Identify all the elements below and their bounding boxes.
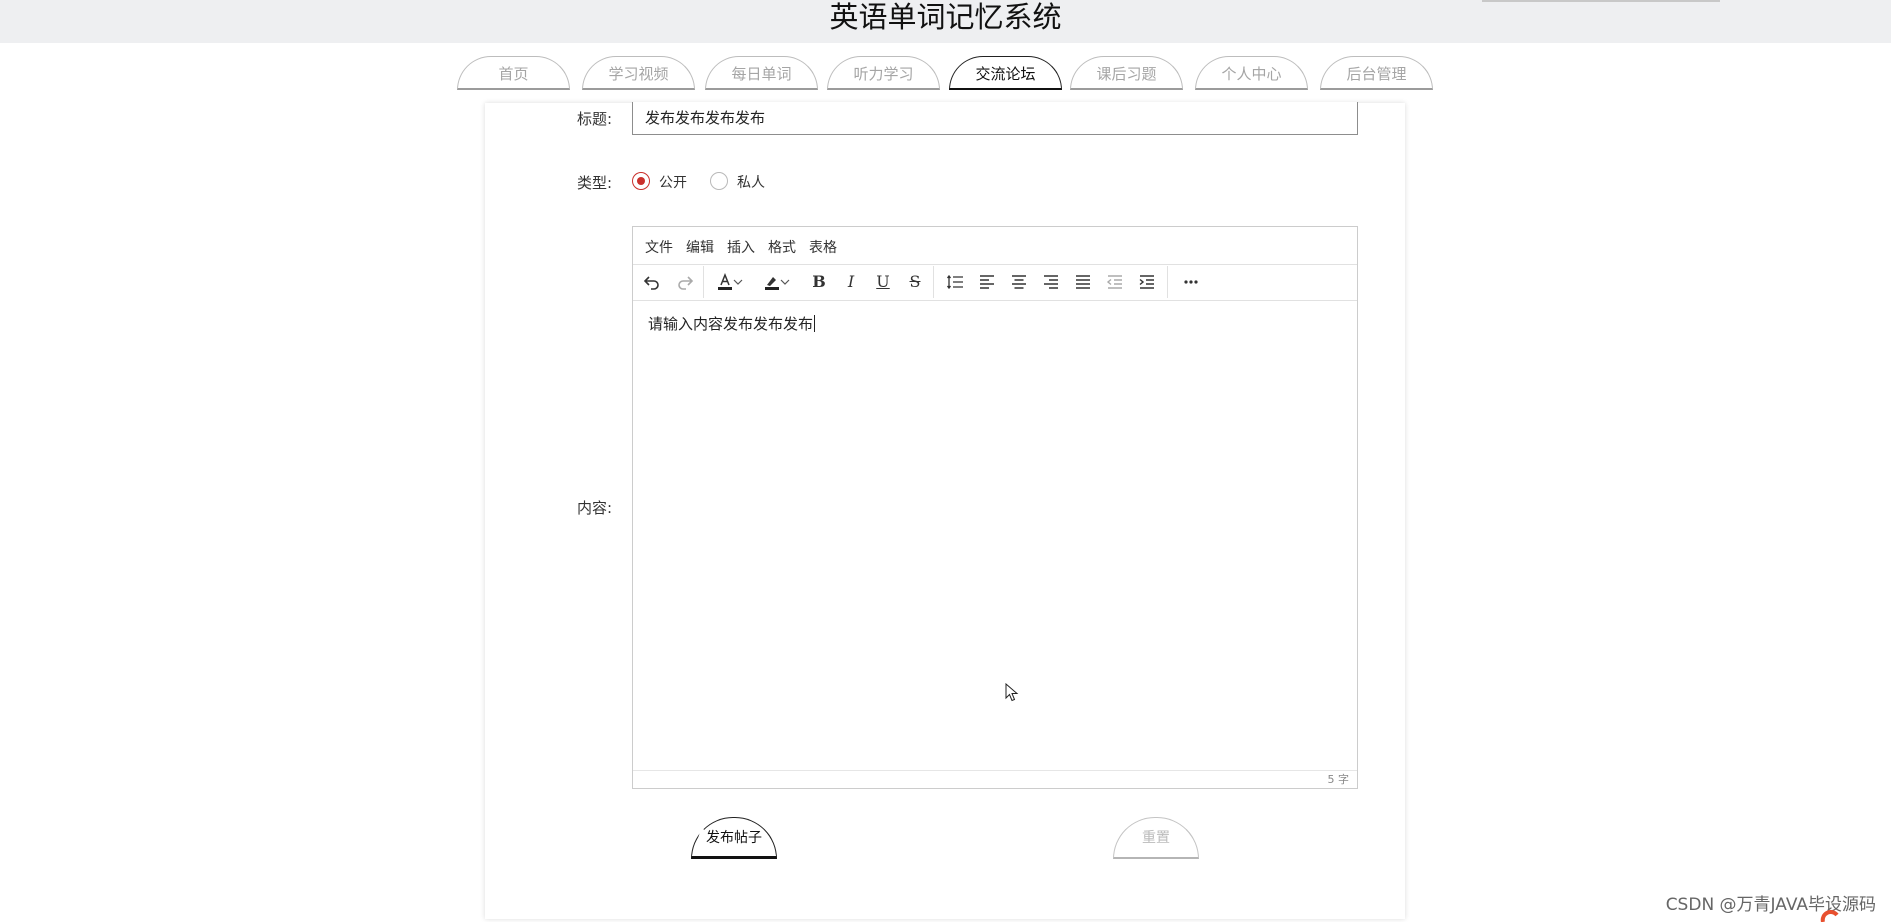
redo-icon[interactable] — [671, 270, 699, 294]
radio-private-circle[interactable] — [710, 172, 728, 190]
undo-icon[interactable] — [638, 270, 666, 294]
menu-insert[interactable]: 插入 — [727, 237, 755, 257]
editor-content-text: 请输入内容发布发布发布 — [648, 315, 814, 333]
underline-icon[interactable]: U — [869, 270, 897, 294]
editor-content[interactable]: 请输入内容发布发布发布 — [633, 301, 1357, 766]
align-left-icon[interactable] — [973, 270, 1001, 294]
editor-toolbar: B I U S — [633, 264, 1357, 301]
indent-icon[interactable] — [1133, 270, 1161, 294]
menu-format[interactable]: 格式 — [768, 237, 796, 257]
strikethrough-icon[interactable]: S — [901, 270, 929, 294]
type-label: 类型: — [576, 174, 612, 192]
title-label: 标题: — [576, 110, 612, 128]
menu-edit[interactable]: 编辑 — [686, 237, 714, 257]
chevron-down-icon[interactable] — [731, 270, 745, 294]
radio-public-label: 公开 — [659, 175, 687, 191]
topbar-strip — [1482, 0, 1720, 2]
outdent-icon[interactable] — [1101, 270, 1129, 294]
title-input[interactable]: 发布发布发布发布 — [632, 102, 1358, 135]
line-height-icon[interactable] — [941, 270, 969, 294]
italic-icon[interactable]: I — [837, 270, 865, 294]
align-right-icon[interactable] — [1037, 270, 1065, 294]
tab-study-videos[interactable]: 学习视频 — [582, 56, 695, 90]
csdn-logo-icon — [1820, 910, 1839, 922]
tab-listening[interactable]: 听力学习 — [827, 56, 940, 90]
radio-public-circle[interactable] — [632, 172, 650, 190]
editor-menubar: 文件 编辑 插入 格式 表格 — [633, 227, 1357, 265]
chevron-down-icon[interactable] — [778, 270, 792, 294]
align-justify-icon[interactable] — [1069, 270, 1097, 294]
main-nav: 首页 学习视频 每日单词 听力学习 交流论坛 课后习题 个人中心 后台管理 — [457, 56, 1433, 92]
toolbar-separator — [703, 266, 704, 298]
rich-text-editor: 文件 编辑 插入 格式 表格 B I U S 请输入内容发布发布发布 5 字 — [632, 226, 1358, 789]
toolbar-separator — [1167, 266, 1168, 298]
top-bar: 英语单词记忆系统 — [0, 0, 1891, 43]
menu-table[interactable]: 表格 — [809, 237, 837, 257]
menu-file[interactable]: 文件 — [645, 237, 673, 257]
tab-forum[interactable]: 交流论坛 — [949, 56, 1062, 90]
toolbar-separator — [933, 266, 934, 298]
editor-statusbar: 5 字 — [633, 770, 1357, 788]
watermark: CSDN @万青JAVA毕设源码 — [1665, 895, 1876, 915]
tab-profile[interactable]: 个人中心 — [1195, 56, 1308, 90]
text-caret — [814, 315, 816, 332]
align-center-icon[interactable] — [1005, 270, 1033, 294]
content-label: 内容: — [576, 499, 612, 517]
bold-icon[interactable]: B — [805, 270, 833, 294]
site-title: 英语单词记忆系统 — [829, 0, 1062, 34]
radio-private-label: 私人 — [737, 175, 765, 191]
tab-exercises[interactable]: 课后习题 — [1070, 56, 1183, 90]
tab-daily-words[interactable]: 每日单词 — [705, 56, 818, 90]
mouse-pointer-icon — [1005, 683, 1019, 702]
more-icon[interactable] — [1177, 270, 1205, 294]
tab-admin[interactable]: 后台管理 — [1320, 56, 1433, 90]
word-count: 5 字 — [1327, 773, 1350, 786]
tab-home[interactable]: 首页 — [457, 56, 570, 90]
